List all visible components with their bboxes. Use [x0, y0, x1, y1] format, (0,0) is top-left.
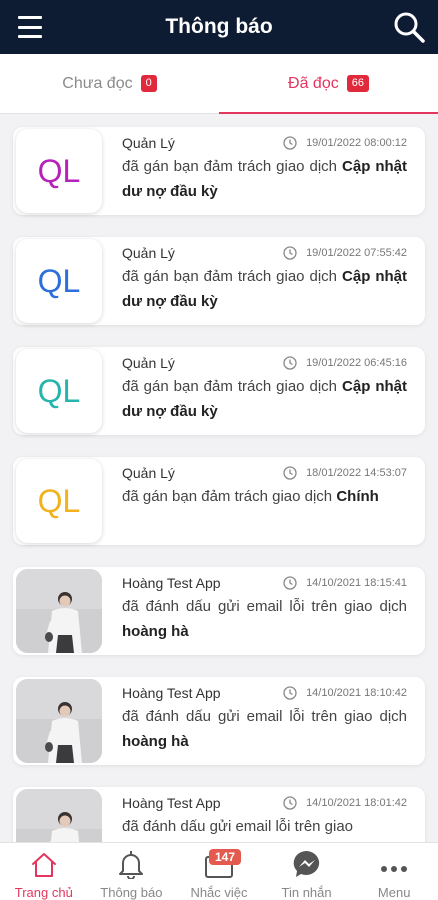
notification-sender: Hoàng Test App: [122, 795, 221, 811]
nav-notifications[interactable]: Thông báo: [88, 843, 176, 900]
notification-text: đã gán bạn đảm trách giao dịch: [122, 158, 338, 175]
notification-timestamp: 14/10/2021 18:10:42: [306, 687, 407, 699]
notification-text: đã đánh dấu gửi email lỗi trên giao: [122, 818, 354, 835]
notification-time: 19/01/2022 07:55:42: [283, 246, 407, 260]
nav-tasks-badge: 147: [208, 849, 242, 865]
notification-sender: Quản Lý: [122, 465, 175, 481]
notification-text: đã gán bạn đảm trách giao dịch: [122, 488, 333, 505]
nav-messages[interactable]: Tin nhắn: [263, 843, 351, 900]
notification-subject: hoàng hà: [122, 733, 189, 750]
nav-home-label: Trang chủ: [14, 885, 73, 900]
notification-time: 19/01/2022 08:00:12: [283, 136, 407, 150]
tab-bar: Chưa đọc 0 Đã đọc 66: [0, 54, 438, 114]
bottom-nav: Trang chủ Thông báo 147 Nhắc việc Tin nh…: [0, 842, 438, 900]
notification-sender: Quản Lý: [122, 355, 175, 371]
avatar-photo: [16, 569, 102, 653]
more-icon: [380, 847, 408, 879]
notification-content: Quản Lý 19/01/2022 07:55:42 đã gán bạn đảm…: [122, 244, 407, 314]
notification-time: 14/10/2021 18:01:42: [283, 796, 407, 810]
clock-icon: [283, 576, 297, 590]
notification-content: Hoàng Test App 14/10/2021 18:10:42 đã đánh…: [122, 684, 407, 754]
tab-read-count-badge: 66: [346, 75, 369, 92]
notification-content: Quản Lý 18/01/2022 14:53:07 đã gán bạn đảm…: [122, 464, 407, 509]
notification-content: Hoàng Test App 14/10/2021 18:15:41 đã đánh…: [122, 574, 407, 644]
clock-icon: [283, 686, 297, 700]
notification-time: 19/01/2022 06:45:16: [283, 356, 407, 370]
tab-read-label: Đã đọc: [288, 74, 339, 92]
clock-icon: [283, 246, 297, 260]
tab-unread-count-badge: 0: [140, 75, 157, 92]
hamburger-menu-icon[interactable]: [18, 16, 42, 38]
notification-timestamp: 14/10/2021 18:01:42: [306, 797, 407, 809]
notification-timestamp: 19/01/2022 08:00:12: [306, 137, 407, 149]
notification-sender: Quản Lý: [122, 135, 175, 151]
notification-timestamp: 14/10/2021 18:15:41: [306, 577, 407, 589]
notification-card[interactable]: Hoàng Test App 14/10/2021 18:01:42 đã đánh…: [13, 787, 425, 842]
notification-card[interactable]: QL Quản Lý 19/01/2022 06:45:16 đã gán bạn đ…: [13, 347, 425, 435]
nav-menu-label: Menu: [377, 885, 411, 900]
notification-timestamp: 18/01/2022 14:53:07: [306, 467, 407, 479]
notification-subject: Chính: [336, 488, 379, 505]
nav-messages-label: Tin nhắn: [281, 885, 332, 900]
notification-message: đã đánh dấu gửi email lỗi trên giao dịch…: [122, 594, 407, 644]
avatar-photo: [16, 789, 102, 842]
tab-unread[interactable]: Chưa đọc 0: [0, 54, 219, 113]
clock-icon: [283, 466, 297, 480]
nav-tasks[interactable]: 147 Nhắc việc: [175, 843, 263, 900]
notification-time: 14/10/2021 18:15:41: [283, 576, 407, 590]
notification-message: đã gán bạn đảm trách giao dịch Chính: [122, 484, 407, 509]
notification-card[interactable]: QL Quản Lý 19/01/2022 07:55:42 đã gán bạn đ…: [13, 237, 425, 325]
notification-sender: Quản Lý: [122, 245, 175, 261]
notification-message: đã đánh dấu gửi email lỗi trên giao dịch…: [122, 704, 407, 754]
notification-text: đã gán bạn đảm trách giao dịch: [122, 268, 338, 285]
tab-unread-label: Chưa đọc: [62, 74, 133, 92]
clock-icon: [283, 356, 297, 370]
notification-text: đã gán bạn đảm trách giao dịch: [122, 378, 338, 395]
notification-sender: Hoàng Test App: [122, 575, 221, 591]
nav-menu[interactable]: Menu: [350, 843, 438, 900]
nav-notifications-label: Thông báo: [100, 885, 163, 900]
notification-content: Quản Lý 19/01/2022 08:00:12 đã gán bạn đảm…: [122, 134, 407, 204]
notification-subject: hoàng hà: [122, 623, 189, 640]
top-bar: Thông báo: [0, 0, 438, 54]
clock-icon: [283, 136, 297, 150]
nav-tasks-label: Nhắc việc: [190, 885, 248, 900]
notification-message: đã gán bạn đảm trách giao dịch Cập nhật …: [122, 154, 407, 204]
nav-home[interactable]: Trang chủ: [0, 843, 88, 900]
clock-icon: [283, 796, 297, 810]
avatar-photo: [16, 679, 102, 763]
notification-message: đã gán bạn đảm trách giao dịch Cập nhật …: [122, 374, 407, 424]
notification-message: đã gán bạn đảm trách giao dịch Cập nhật …: [122, 264, 407, 314]
bell-icon: [117, 847, 145, 879]
notification-content: Hoàng Test App 14/10/2021 18:01:42 đã đánh…: [122, 794, 407, 839]
notification-message: đã đánh dấu gửi email lỗi trên giao: [122, 814, 407, 839]
notification-time: 18/01/2022 14:53:07: [283, 466, 407, 480]
notification-card[interactable]: Hoàng Test App 14/10/2021 18:10:42 đã đánh…: [13, 677, 425, 765]
notification-time: 14/10/2021 18:10:42: [283, 686, 407, 700]
page-title: Thông báo: [165, 15, 273, 38]
notification-card[interactable]: QL Quản Lý 18/01/2022 14:53:07 đã gán bạn đ…: [13, 457, 425, 545]
notification-text: đã đánh dấu gửi email lỗi trên giao dịch: [122, 598, 407, 615]
notification-timestamp: 19/01/2022 06:45:16: [306, 357, 407, 369]
notification-list[interactable]: QL Quản Lý 19/01/2022 08:00:12 đã gán bạn đ…: [0, 114, 438, 842]
notification-text: đã đánh dấu gửi email lỗi trên giao dịch: [122, 708, 407, 725]
avatar-initials: QL: [16, 239, 102, 323]
avatar-initials: QL: [16, 129, 102, 213]
avatar-initials: QL: [16, 349, 102, 433]
notification-sender: Hoàng Test App: [122, 685, 221, 701]
notification-card[interactable]: Hoàng Test App 14/10/2021 18:15:41 đã đánh…: [13, 567, 425, 655]
tab-read[interactable]: Đã đọc 66: [219, 54, 438, 114]
messenger-icon: [292, 847, 322, 879]
search-icon[interactable]: [392, 10, 426, 44]
notification-content: Quản Lý 19/01/2022 06:45:16 đã gán bạn đảm…: [122, 354, 407, 424]
notification-timestamp: 19/01/2022 07:55:42: [306, 247, 407, 259]
notification-card[interactable]: QL Quản Lý 19/01/2022 08:00:12 đã gán bạn đ…: [13, 127, 425, 215]
avatar-initials: QL: [16, 459, 102, 543]
home-icon: [30, 847, 58, 879]
